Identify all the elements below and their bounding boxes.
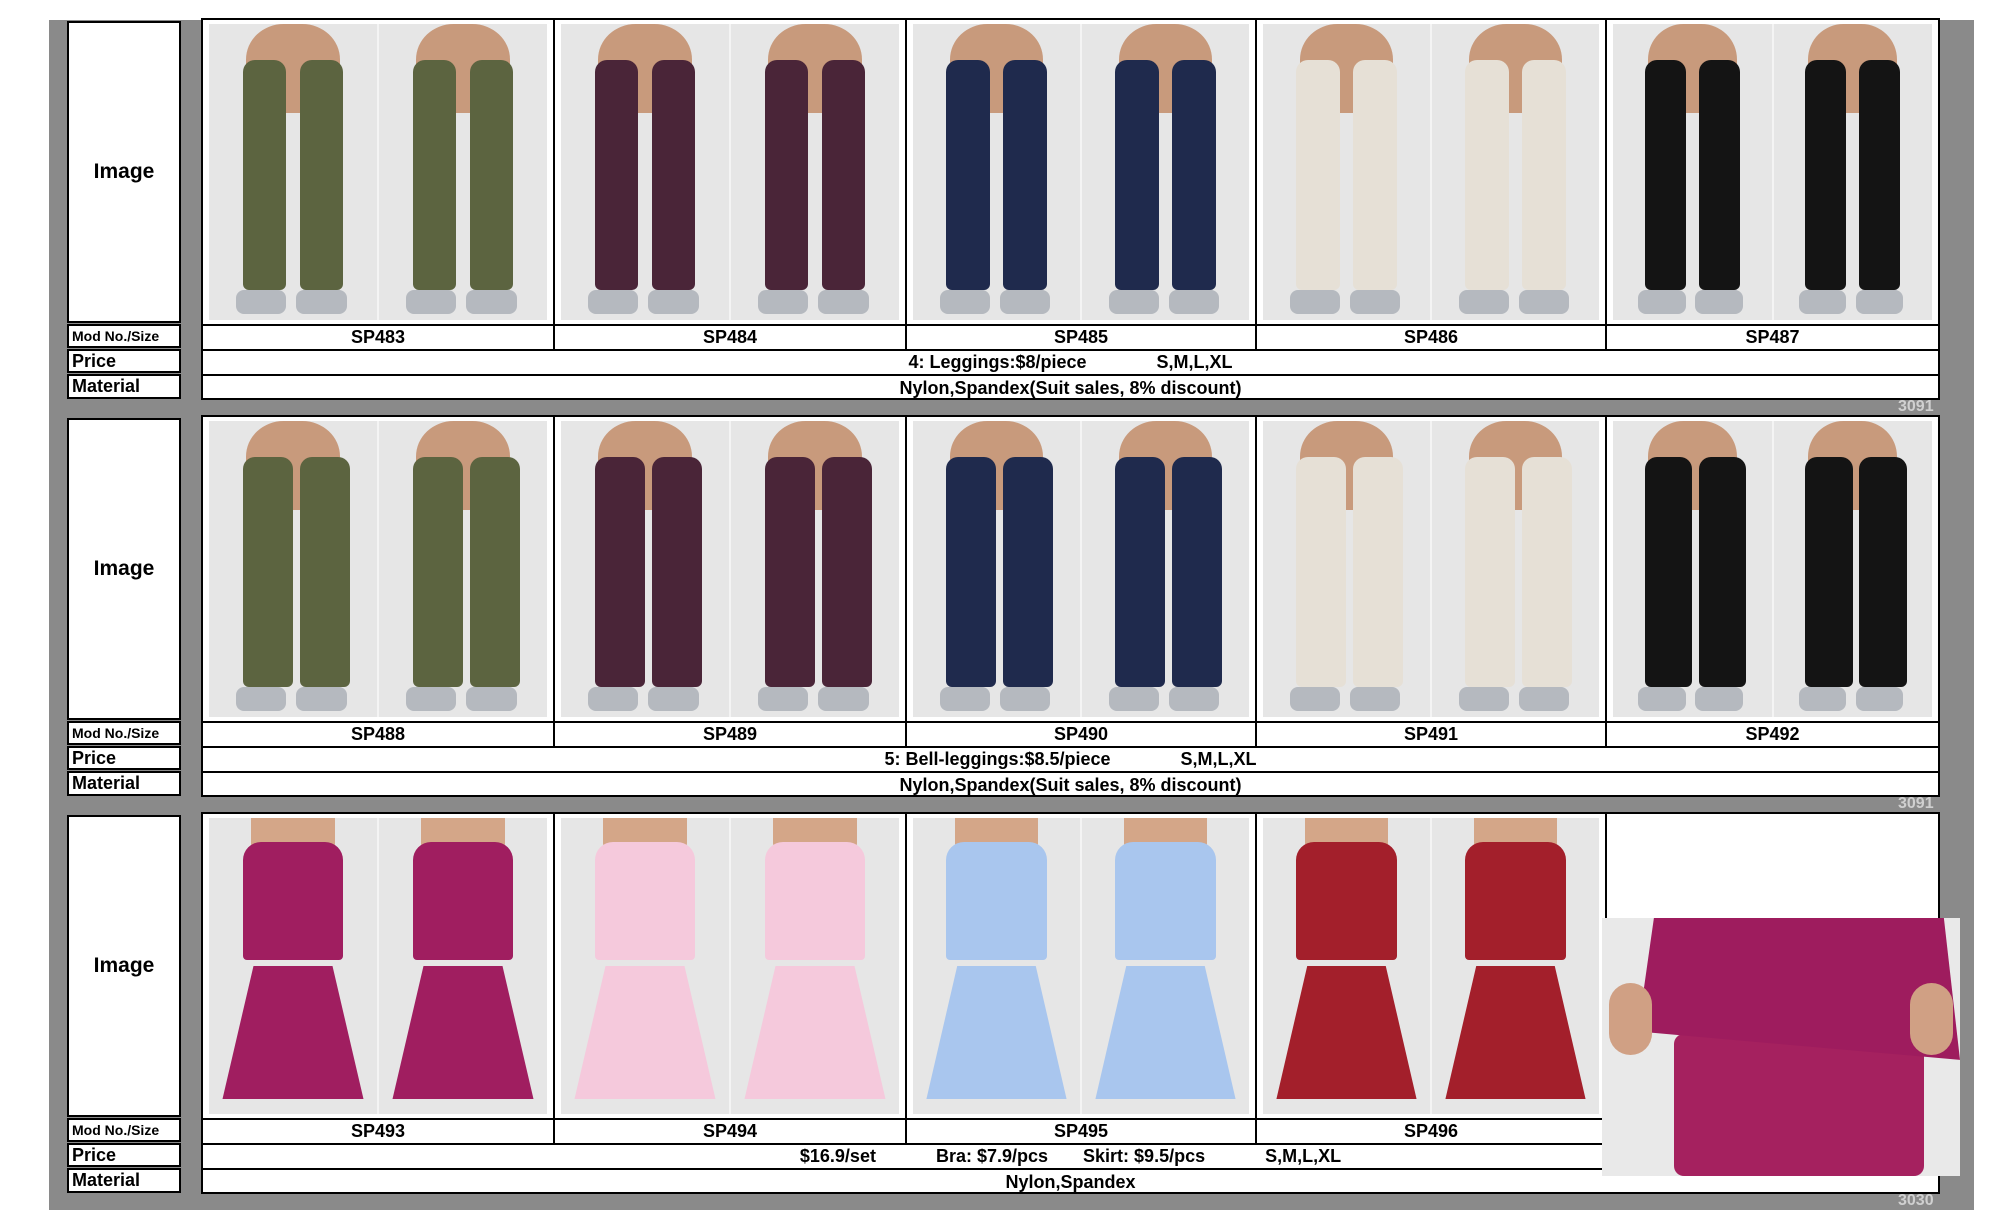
product-cell-sp496[interactable] xyxy=(1257,814,1607,1118)
material-label: Material xyxy=(67,1168,181,1193)
detail-zoom-image xyxy=(1602,918,1960,1176)
model-number: SP496 xyxy=(1257,1120,1607,1143)
model-number: SP493 xyxy=(203,1120,555,1143)
section-3: Image Mod No./Size Price Material SP493 … xyxy=(0,0,2016,1224)
model-number: SP494 xyxy=(555,1120,907,1143)
mod-label: Mod No./Size xyxy=(67,1118,181,1142)
price-label: Price xyxy=(67,1143,181,1167)
product-image xyxy=(209,818,547,1114)
watermark: 3030 xyxy=(1898,1192,1934,1209)
model-number: SP495 xyxy=(907,1120,1257,1143)
product-cell-sp493[interactable] xyxy=(203,814,555,1118)
product-image xyxy=(1263,818,1599,1114)
product-image xyxy=(561,818,899,1114)
product-image xyxy=(913,818,1249,1114)
product-cell-sp495[interactable] xyxy=(907,814,1257,1118)
image-label: Image xyxy=(67,815,181,1117)
product-cell-sp494[interactable] xyxy=(555,814,907,1118)
